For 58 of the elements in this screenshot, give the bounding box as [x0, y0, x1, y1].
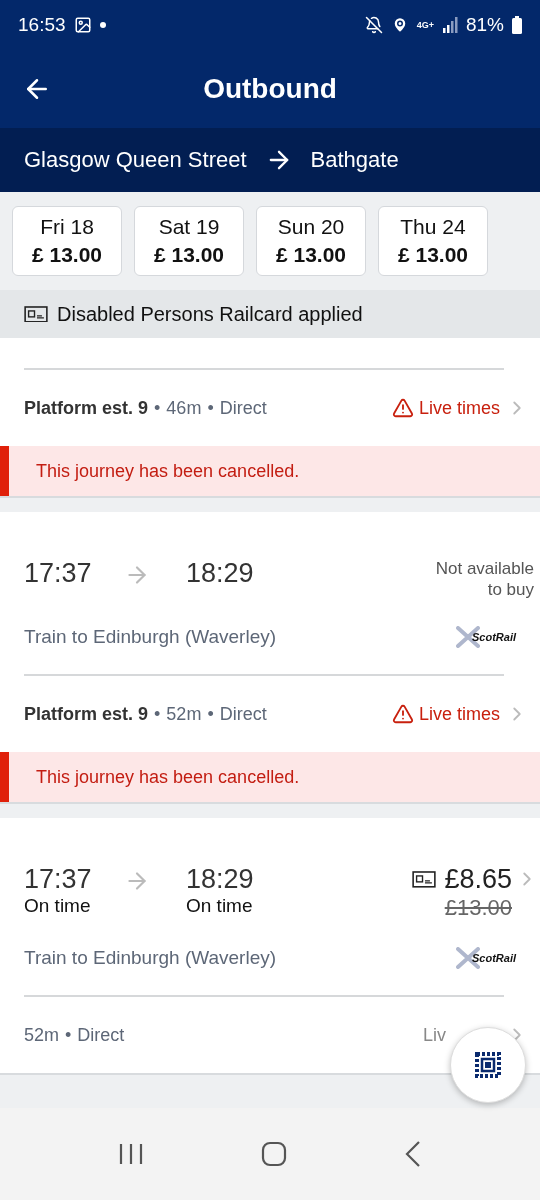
gallery-icon	[73, 16, 92, 34]
platform-label: Platform est. 9	[24, 703, 149, 725]
separator-dot: •	[207, 397, 214, 419]
arrival-time: 18:29	[186, 558, 255, 589]
live-times-link[interactable]: Live times	[391, 703, 500, 725]
battery-percent: 81%	[465, 14, 504, 36]
platform-label: Platform est. 9	[24, 397, 149, 419]
original-price: £13.00	[444, 895, 512, 921]
train-destination: Train to Edinburgh (Waverley)	[24, 626, 277, 648]
date-option[interactable]: Sat 19 £ 13.00	[134, 206, 244, 276]
railcard-text: Disabled Persons Railcard applied	[57, 302, 363, 326]
arrival-status: On time	[186, 895, 254, 917]
train-destination: Train to Edinburgh (Waverley)	[24, 947, 277, 969]
battery-icon	[512, 16, 522, 34]
journey-card[interactable]: 17:37 On time 18:29 On time £8.65 £13.00 Train to Edinburgh (Waverley) ScotRail 52m • Direct Liv	[0, 818, 540, 1075]
separator-dot: •	[154, 397, 161, 419]
page-title: Outbound	[202, 73, 338, 105]
changes-label: Direct	[219, 397, 267, 419]
dot-icon	[99, 22, 106, 28]
duration-label: 46m	[166, 397, 202, 419]
availability-note: Not available to buy	[434, 558, 534, 600]
signal-icon	[441, 17, 458, 33]
date-option[interactable]: Sun 20 £ 13.00	[256, 206, 366, 276]
network-label: 4G+	[416, 20, 434, 30]
cancelled-notice: This journey has been cancelled.	[0, 446, 540, 496]
date-option[interactable]: Fri 18 £ 13.00	[12, 206, 122, 276]
home-icon[interactable]	[261, 1141, 287, 1167]
operator-logo: ScotRail	[456, 626, 516, 648]
journey-card[interactable]: Platform est. 9 • 46m • Direct Live times This journey has been cancelled.	[0, 338, 540, 498]
railcard-icon	[412, 871, 437, 888]
journey-card[interactable]: 17:37 18:29 Not available to buy Train to Edinburgh (Waverley) ScotRail Platform est. 9 • 52m • Direct Live times This journey has been cancelled.	[0, 512, 540, 804]
grid-icon	[474, 1051, 502, 1079]
date-option[interactable]: Thu 24 £ 13.00	[378, 206, 488, 276]
departure-time: 17:37	[24, 558, 93, 589]
fare-price: £8.65	[444, 864, 512, 895]
changes-label: Direct	[77, 1024, 125, 1046]
mute-icon	[364, 16, 383, 34]
railcard-icon	[24, 305, 48, 323]
departure-status: On time	[24, 895, 92, 917]
separator-dot: •	[207, 703, 214, 725]
arrival-time: 18:29	[186, 864, 255, 895]
separator-dot: •	[65, 1024, 72, 1046]
live-times-link[interactable]: Live times	[391, 397, 500, 419]
departure-time: 17:37	[24, 864, 93, 895]
clock: 16:53	[18, 14, 66, 36]
destination-station: Bathgate	[310, 147, 399, 173]
warning-icon	[391, 397, 414, 419]
changes-label: Direct	[219, 703, 267, 725]
operator-logo: ScotRail	[456, 947, 516, 969]
back-icon[interactable]	[403, 1140, 422, 1168]
recents-icon[interactable]	[118, 1142, 145, 1166]
origin-station: Glasgow Queen Street	[24, 147, 247, 173]
duration-label: 52m	[24, 1024, 59, 1046]
cancelled-notice: This journey has been cancelled.	[0, 752, 540, 802]
separator-dot: •	[154, 703, 161, 725]
warning-icon	[391, 703, 414, 725]
duration-label: 52m	[166, 703, 202, 725]
live-times-link[interactable]: Liv	[423, 1024, 446, 1046]
